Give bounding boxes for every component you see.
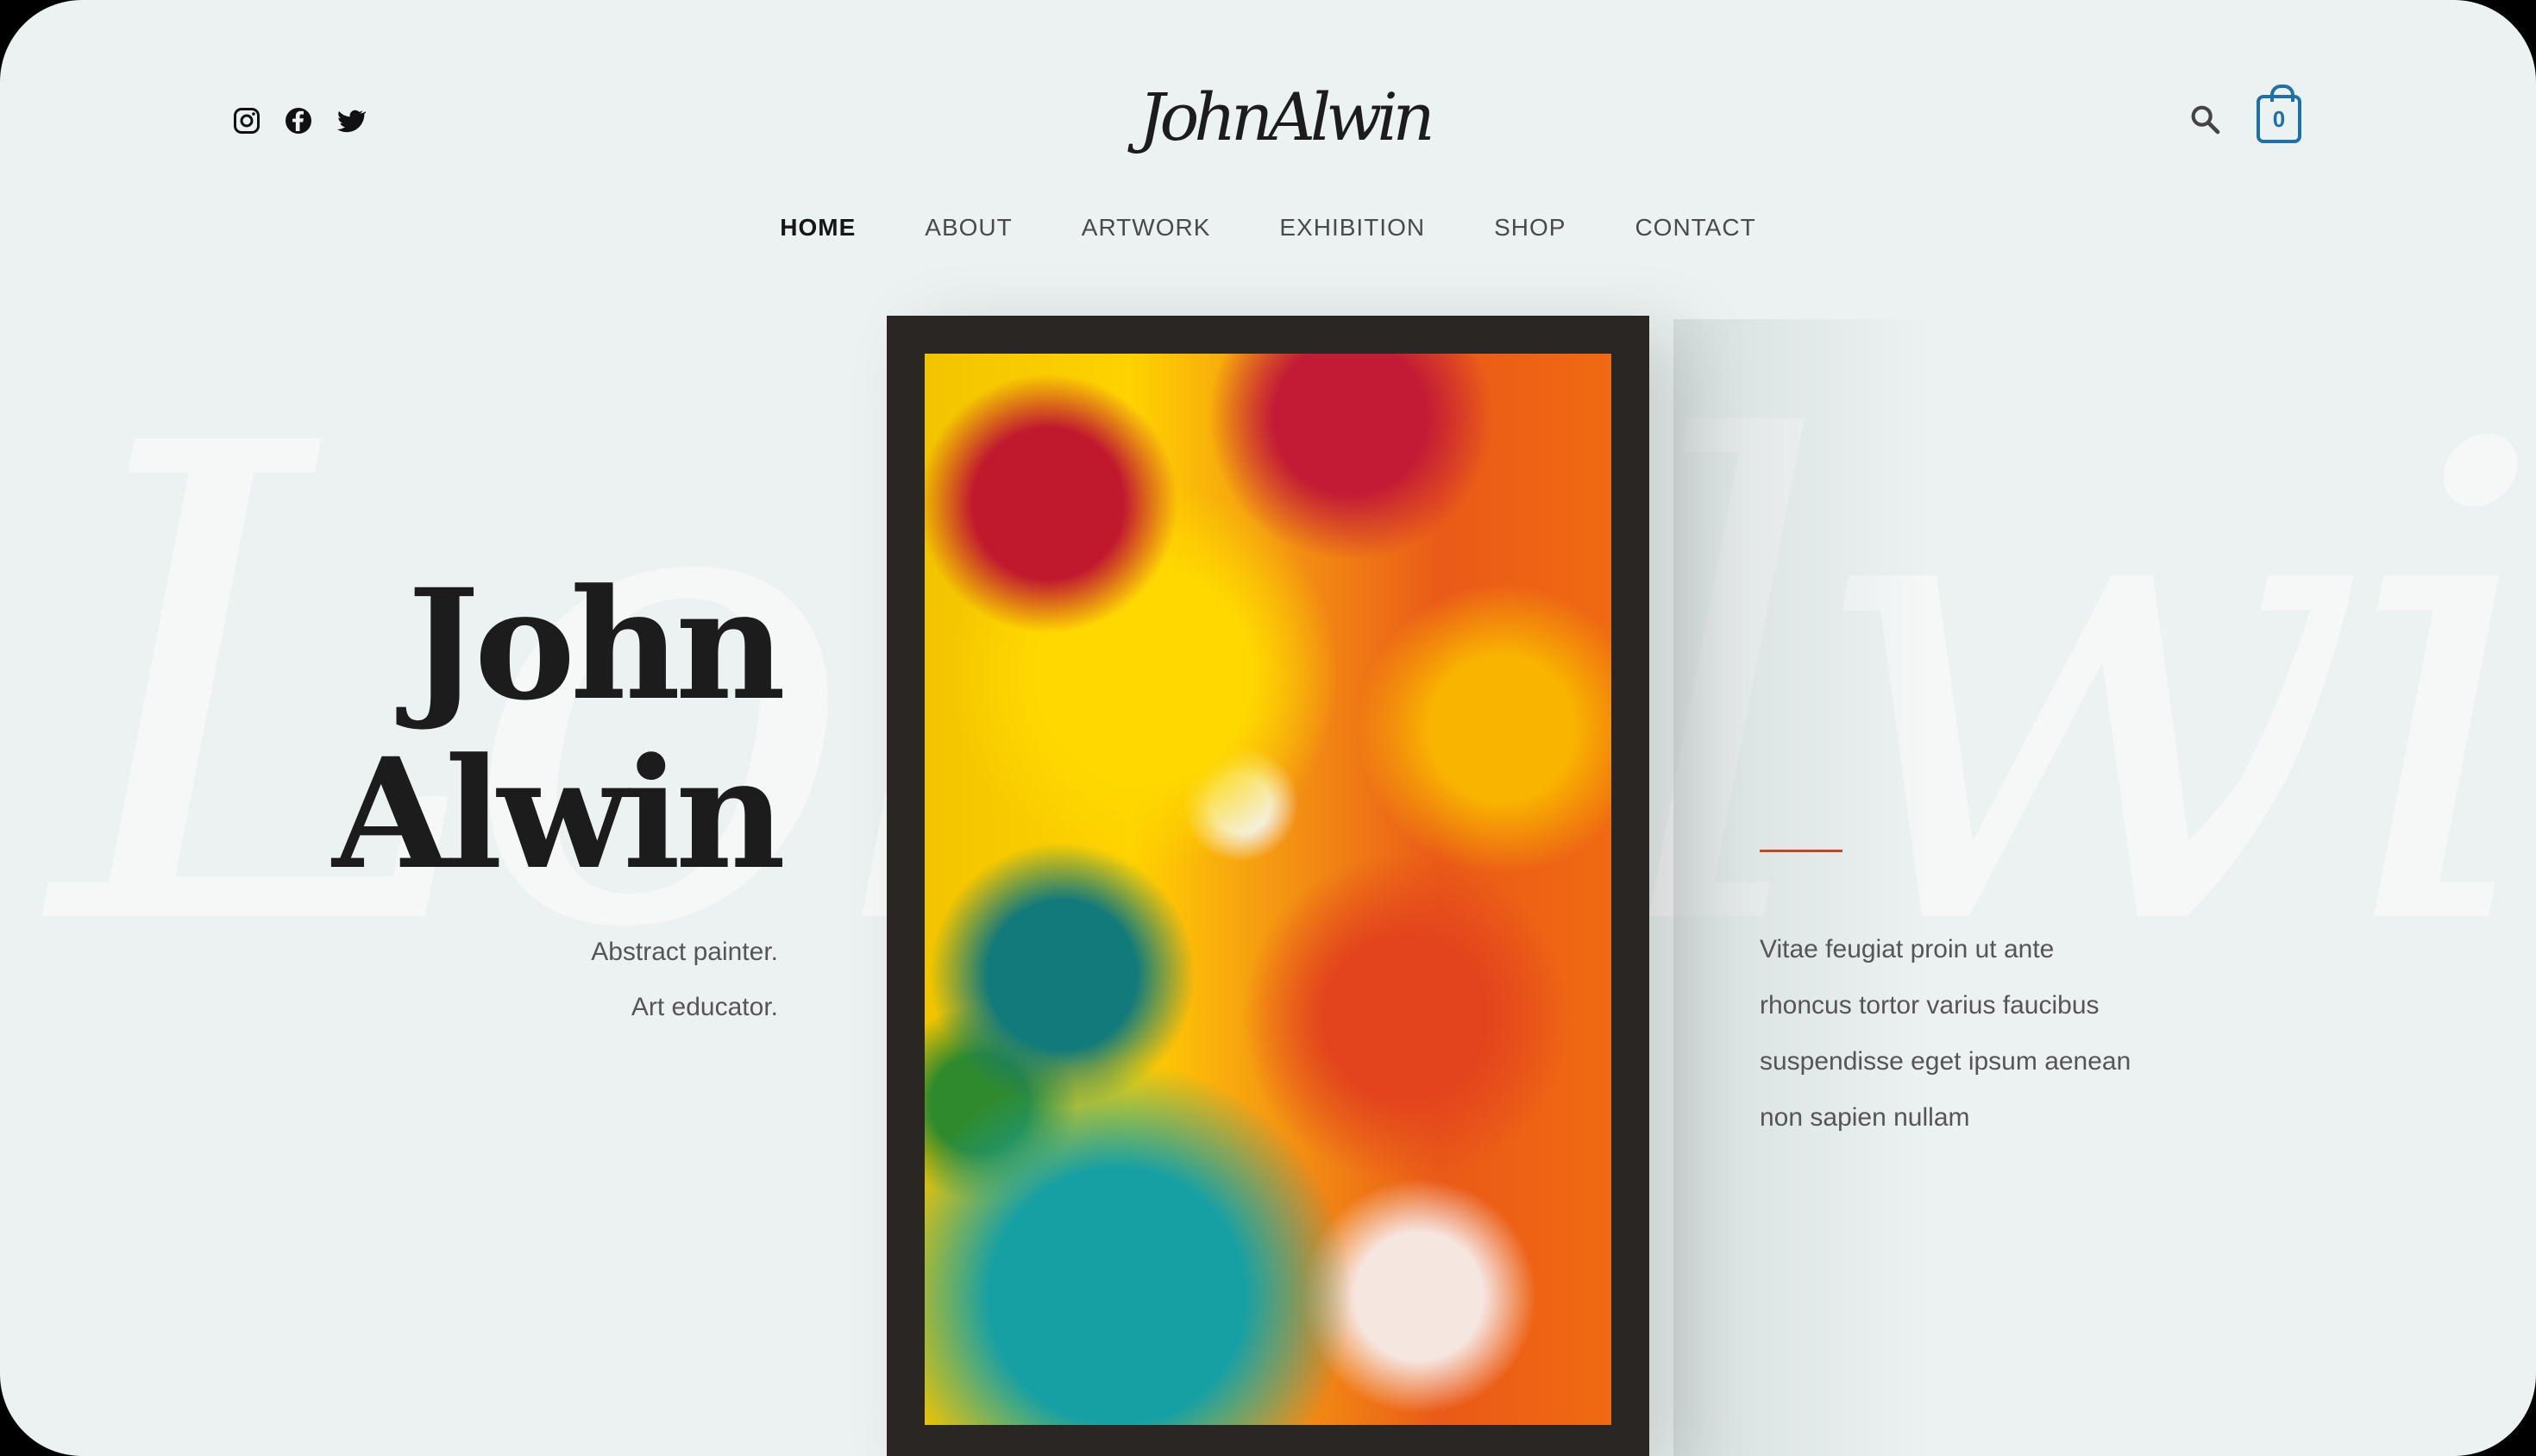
painting-shadow <box>1673 319 1932 1456</box>
hero-name-last: Alwin <box>332 725 786 903</box>
tagline-line-1: Abstract painter. <box>591 938 778 966</box>
nav-item-about[interactable]: ABOUT <box>890 207 1046 248</box>
facebook-icon[interactable] <box>283 105 314 136</box>
search-icon[interactable] <box>2188 102 2222 136</box>
nav-item-contact[interactable]: CONTACT <box>1600 207 1790 248</box>
blurb-line: Vitae feugiat proin ut ante <box>1760 935 2055 963</box>
twitter-icon[interactable] <box>335 105 366 136</box>
cart-icon[interactable]: 0 <box>2257 85 2301 143</box>
nav-item-artwork[interactable]: ARTWORK <box>1047 207 1246 248</box>
blurb-line: rhoncus tortor varius faucibus <box>1760 991 2100 1020</box>
framed-painting <box>887 316 1649 1456</box>
hero-blurb: Vitae feugiat proin ut ante rhoncus tort… <box>1760 921 2208 1145</box>
site-logo[interactable]: JohnAlwin <box>1139 74 1435 160</box>
nav-item-shop[interactable]: SHOP <box>1459 207 1600 248</box>
abstract-painting-image <box>925 354 1611 1425</box>
hero-name: John Alwin <box>259 555 786 903</box>
social-links <box>231 105 366 136</box>
main-nav: HOME ABOUT ARTWORK EXHIBITION SHOP CONTA… <box>0 207 2536 248</box>
nav-item-home[interactable]: HOME <box>745 207 890 248</box>
instagram-icon[interactable] <box>231 105 262 136</box>
hero-name-first: John <box>407 555 786 734</box>
accent-divider <box>1760 850 1842 852</box>
page-frame: Loh lwi JohnAlwin 0 HOME ABOUT ARTWORK E… <box>0 0 2536 1456</box>
blurb-line: non sapien nullam <box>1760 1103 1970 1132</box>
hero-tagline: Abstract painter. Art educator. <box>431 925 778 1035</box>
nav-item-exhibition[interactable]: EXHIBITION <box>1245 207 1459 248</box>
cart-count: 0 <box>2272 106 2286 132</box>
tagline-line-2: Art educator. <box>631 993 778 1021</box>
blurb-line: suspendisse eget ipsum aenean <box>1760 1047 2131 1076</box>
